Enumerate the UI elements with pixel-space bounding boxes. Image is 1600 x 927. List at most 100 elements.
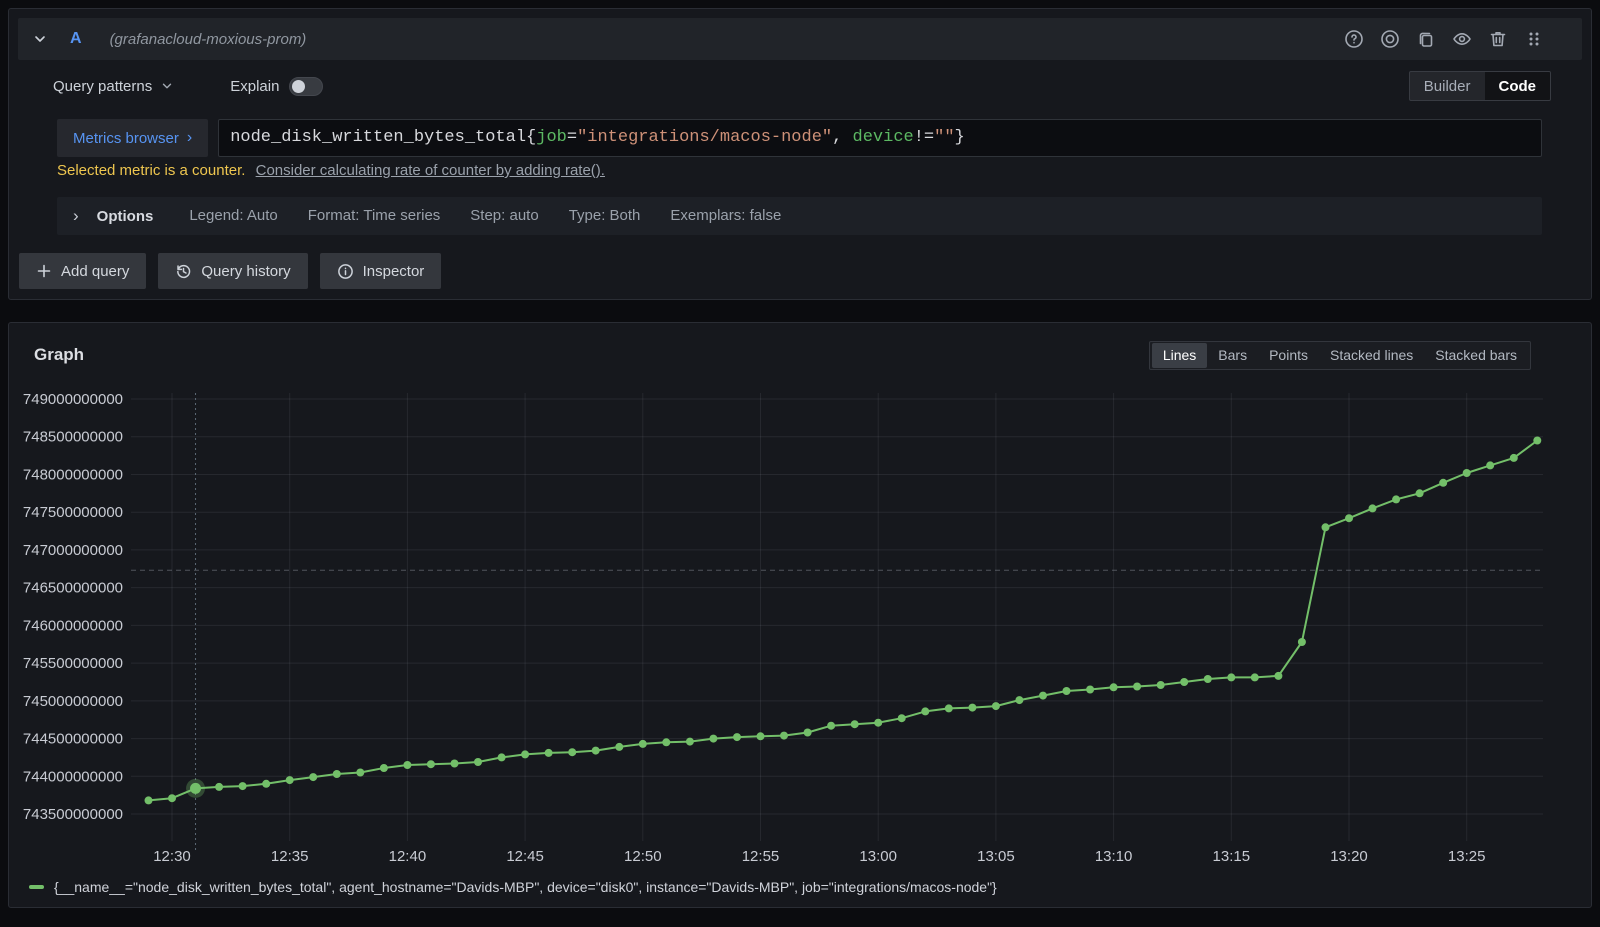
data-point[interactable] [1298,638,1306,646]
data-point[interactable] [1392,495,1400,503]
data-point[interactable] [1110,683,1118,691]
copy-icon[interactable] [1416,29,1436,49]
view-mode-stacked-bars[interactable]: Stacked bars [1424,343,1528,368]
data-point[interactable] [1416,489,1424,497]
code-mode-button[interactable]: Code [1485,72,1551,100]
view-mode-bars[interactable]: Bars [1207,343,1258,368]
query-token: != [914,128,934,147]
query-patterns-dropdown[interactable]: Query patterns [53,78,174,95]
data-point[interactable] [215,783,223,791]
data-point[interactable] [945,704,953,712]
data-point[interactable] [239,782,247,790]
data-point[interactable] [1463,469,1471,477]
promql-query-input[interactable]: node_disk_written_bytes_total{job="integ… [218,119,1542,157]
data-point[interactable] [168,794,176,802]
data-point[interactable] [615,743,623,751]
data-point[interactable] [780,732,788,740]
metrics-browser-button[interactable]: Metrics browser › [57,119,208,157]
y-axis-tick-label: 744000000000 [23,768,123,785]
data-point[interactable] [1180,678,1188,686]
query-token: job [536,128,567,147]
view-mode-lines[interactable]: Lines [1152,343,1207,368]
data-point[interactable] [1227,673,1235,681]
data-point[interactable] [1015,696,1023,704]
data-point[interactable] [1039,692,1047,700]
data-point[interactable] [1251,673,1259,681]
add-query-button[interactable]: Add query [19,253,146,289]
query-row-header[interactable]: A (grafanacloud-moxious-prom) [18,18,1582,60]
options-collapsed-row[interactable]: › Options Legend: AutoFormat: Time serie… [57,197,1542,235]
x-axis-tick-label: 13:25 [1448,848,1486,865]
trash-icon[interactable] [1488,29,1508,49]
data-point[interactable] [309,773,317,781]
view-mode-points[interactable]: Points [1258,343,1319,368]
data-point[interactable] [1204,675,1212,683]
data-point[interactable] [1486,461,1494,469]
query-patterns-label: Query patterns [53,78,152,95]
data-point[interactable] [1510,454,1518,462]
time-series-chart[interactable]: 7490000000007485000000007480000000007475… [9,323,1591,871]
graph-style-toggle: LinesBarsPointsStacked linesStacked bars [1149,341,1531,370]
data-point[interactable] [686,738,694,746]
data-point[interactable] [1345,514,1353,522]
view-mode-stacked-lines[interactable]: Stacked lines [1319,343,1424,368]
info-circle-icon [337,263,354,280]
y-axis-tick-label: 747000000000 [23,542,123,559]
data-point[interactable] [592,747,600,755]
data-point[interactable] [921,707,929,715]
data-point[interactable] [898,714,906,722]
data-point[interactable] [757,732,765,740]
data-point[interactable] [733,733,741,741]
data-point[interactable] [874,719,882,727]
data-point[interactable] [1533,437,1541,445]
legend-series-label[interactable]: {__name__="node_disk_written_bytes_total… [54,879,997,895]
drag-handle-icon[interactable] [1524,29,1544,49]
data-point[interactable] [1369,504,1377,512]
help-icon[interactable] [1344,29,1364,49]
data-point[interactable] [639,740,647,748]
plus-icon [36,263,52,279]
data-point[interactable] [1157,681,1165,689]
highlighted-point[interactable] [190,783,201,794]
data-point[interactable] [262,780,270,788]
data-point[interactable] [1274,672,1282,680]
data-point[interactable] [804,729,812,737]
data-point[interactable] [356,769,364,777]
data-point[interactable] [709,735,717,743]
data-point[interactable] [145,796,153,804]
data-point[interactable] [427,760,435,768]
legend[interactable]: {__name__="node_disk_written_bytes_total… [29,879,997,895]
data-point[interactable] [1063,687,1071,695]
builder-mode-button[interactable]: Builder [1410,72,1485,100]
inspector-button[interactable]: Inspector [320,253,442,289]
data-point[interactable] [968,704,976,712]
data-point[interactable] [451,760,459,768]
series-line [149,441,1538,801]
data-point[interactable] [286,776,294,784]
collapse-chevron-icon[interactable] [32,31,48,47]
data-point[interactable] [474,758,482,766]
data-point[interactable] [1086,686,1094,694]
options-summary: Legend: AutoFormat: Time seriesStep: aut… [189,207,811,225]
add-rate-link[interactable]: Consider calculating rate of counter by … [256,162,605,179]
data-point[interactable] [827,722,835,730]
data-point[interactable] [333,770,341,778]
data-point[interactable] [851,720,859,728]
x-axis-tick-label: 12:50 [624,848,662,865]
query-history-button[interactable]: Query history [158,253,307,289]
data-point[interactable] [662,738,670,746]
data-point[interactable] [1439,479,1447,487]
y-axis-tick-label: 747500000000 [23,504,123,521]
record-circle-icon[interactable] [1380,29,1400,49]
data-point[interactable] [992,702,1000,710]
data-point[interactable] [380,764,388,772]
data-point[interactable] [1133,683,1141,691]
explain-toggle[interactable] [289,77,323,96]
data-point[interactable] [498,753,506,761]
data-point[interactable] [1322,523,1330,531]
data-point[interactable] [521,750,529,758]
data-point[interactable] [403,761,411,769]
eye-icon[interactable] [1452,29,1472,49]
data-point[interactable] [568,748,576,756]
data-point[interactable] [545,749,553,757]
